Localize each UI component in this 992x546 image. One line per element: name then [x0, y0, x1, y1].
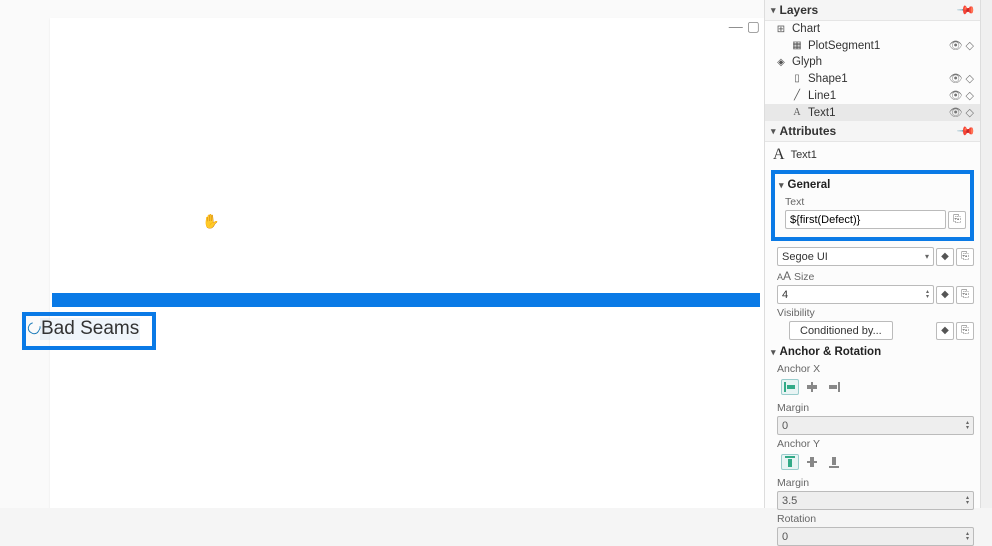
margin-y-input[interactable]: 3.5 ▴▾	[777, 491, 974, 510]
reset-icon[interactable]: ◆	[936, 322, 954, 340]
close-icon[interactable]: ▢	[747, 18, 760, 35]
eye-icon[interactable]: 👁	[949, 89, 963, 102]
layers-title: Layers	[780, 3, 819, 17]
pin-icon[interactable]: 📌	[956, 0, 976, 20]
layer-chart[interactable]: ⊞ Chart	[765, 21, 980, 37]
layer-line1[interactable]: ╱ Line1 👁 ◇	[765, 87, 980, 104]
text-field-label: Text	[779, 193, 966, 210]
erase-icon[interactable]: ◇	[966, 39, 974, 52]
conditioned-by-button[interactable]: Conditioned by...	[789, 321, 893, 340]
chart-icon: ⊞	[775, 23, 787, 35]
margin-y-label: Margin	[771, 474, 974, 491]
rotation-input[interactable]: 0 ▴▾	[777, 527, 974, 546]
text-icon: A	[791, 107, 803, 119]
glyph-bar[interactable]	[52, 293, 760, 307]
general-group-highlight: ▾ General Text ⎘	[771, 170, 974, 241]
layer-text1[interactable]: A Text1 👁 ◇	[765, 104, 980, 121]
attributes-panel-header[interactable]: ▾ Attributes 📌	[765, 121, 980, 142]
plot-segment-icon: ▦	[791, 40, 803, 52]
canvas[interactable]: — ▢	[50, 18, 764, 508]
eye-icon[interactable]: 👁	[949, 39, 963, 52]
chevron-down-icon: ▾	[771, 126, 776, 137]
erase-icon[interactable]: ◇	[966, 106, 974, 119]
rotation-label: Rotation	[771, 510, 974, 527]
bind-data-icon[interactable]: ⎘	[956, 248, 974, 266]
layers-panel-header[interactable]: ▾ Layers 📌	[765, 0, 980, 21]
anchor-y-label: Anchor Y	[771, 435, 974, 452]
reset-icon[interactable]: ◆	[936, 286, 954, 304]
chevron-down-icon: ▾	[779, 180, 784, 191]
chevron-down-icon: ▾	[925, 252, 929, 261]
bind-data-icon[interactable]: ⎘	[948, 211, 966, 229]
pin-icon[interactable]: 📌	[956, 121, 976, 141]
font-dropdown[interactable]: Segoe UI ▾	[777, 247, 934, 266]
erase-icon[interactable]: ◇	[966, 72, 974, 85]
attributes-selection-label: Text1	[791, 149, 817, 161]
anchor-y-bottom[interactable]	[825, 454, 843, 470]
shape-icon: ▯	[791, 73, 803, 85]
glyph-icon: ◈	[775, 56, 787, 68]
size-field-label: AA Size	[771, 266, 974, 285]
anchor-group-header[interactable]: ▾ Anchor & Rotation	[771, 344, 974, 360]
right-panel: ▾ Layers 📌 ⊞ Chart ▦ PlotSegment1 👁 ◇ ◈ …	[764, 0, 980, 508]
text-value-input[interactable]	[785, 210, 946, 229]
text-icon: A	[773, 146, 785, 164]
glyph-text[interactable]: Bad Seams	[40, 318, 140, 340]
eye-icon[interactable]: 👁	[949, 106, 963, 119]
visibility-label: Visibility	[771, 304, 974, 321]
anchor-y-middle[interactable]	[803, 454, 821, 470]
layer-plotsegment1[interactable]: ▦ PlotSegment1 👁 ◇	[765, 37, 980, 54]
anchor-x-right[interactable]	[825, 379, 843, 395]
anchor-x-center[interactable]	[803, 379, 821, 395]
anchor-y-options	[771, 452, 974, 474]
scrollbar[interactable]	[980, 0, 992, 508]
anchor-y-top[interactable]	[781, 454, 799, 470]
line-icon: ╱	[791, 90, 803, 102]
chevron-down-icon: ▾	[771, 5, 776, 16]
bind-data-icon[interactable]: ⎘	[956, 322, 974, 340]
layer-shape1[interactable]: ▯ Shape1 👁 ◇	[765, 70, 980, 87]
layer-glyph[interactable]: ◈ Glyph	[765, 54, 980, 70]
anchor-x-label: Anchor X	[771, 360, 974, 377]
minimize-icon[interactable]: —	[729, 18, 743, 35]
reset-icon[interactable]: ◆	[936, 248, 954, 266]
eye-icon[interactable]: 👁	[949, 72, 963, 85]
margin-x-label: Margin	[771, 399, 974, 416]
anchor-x-left[interactable]	[781, 379, 799, 395]
chevron-down-icon: ▾	[771, 347, 776, 358]
general-group-header[interactable]: ▾ General	[779, 177, 966, 193]
erase-icon[interactable]: ◇	[966, 89, 974, 102]
size-input[interactable]: 4 ▴▾	[777, 285, 934, 304]
attributes-title: Attributes	[780, 124, 837, 138]
hand-cursor-icon: ✋	[202, 213, 219, 230]
margin-x-input[interactable]: 0 ▴▾	[777, 416, 974, 435]
anchor-x-options	[771, 377, 974, 399]
bind-data-icon[interactable]: ⎘	[956, 286, 974, 304]
attributes-selection: A Text1	[765, 142, 980, 168]
canvas-area[interactable]: — ▢ ✋ Bad Seams	[0, 0, 764, 508]
